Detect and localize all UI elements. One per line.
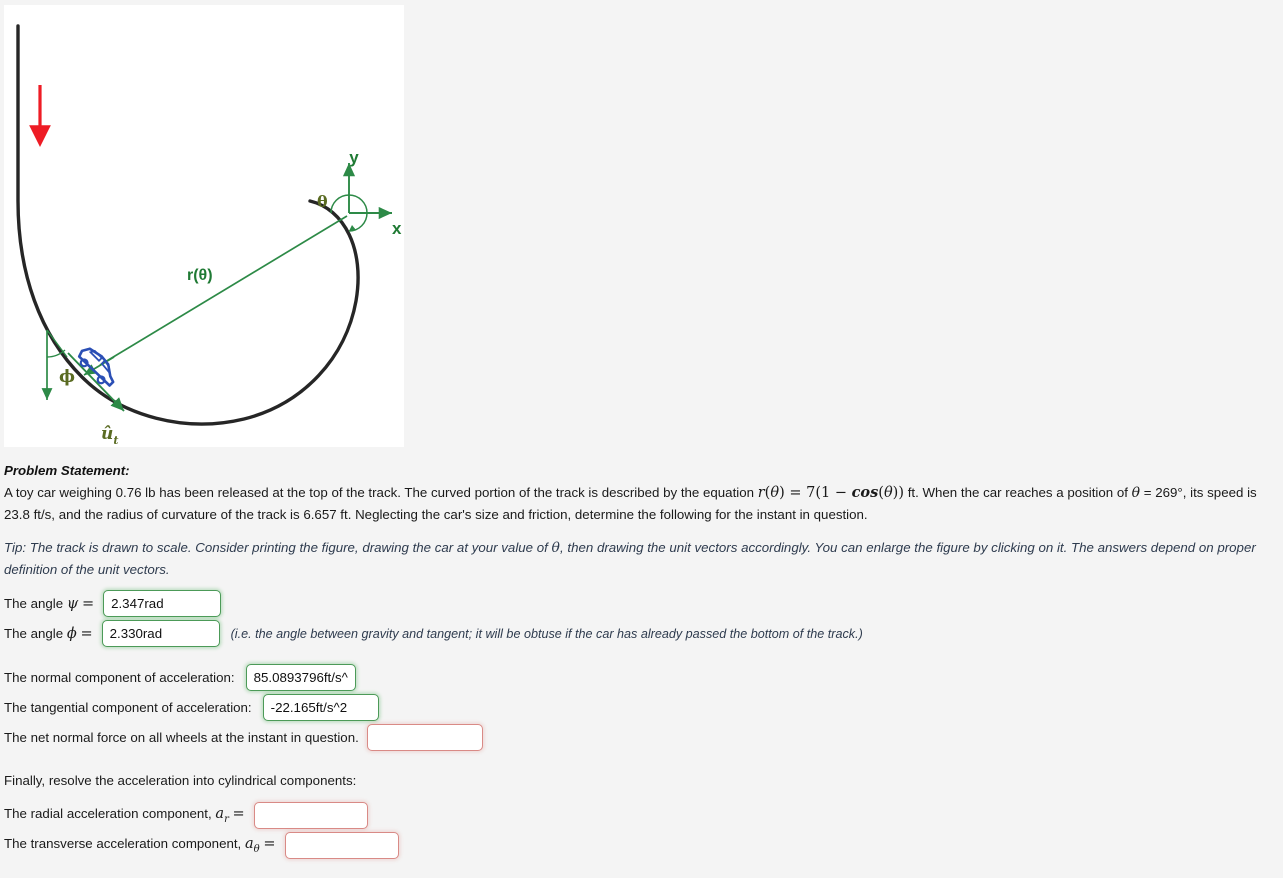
psi-equals: =	[81, 595, 95, 612]
tangential-accel-input[interactable]	[262, 694, 379, 721]
radial-accel-input[interactable]	[253, 802, 368, 829]
problem-theta-value: θ	[1131, 485, 1141, 501]
phi-angle	[41, 329, 68, 400]
phi-hint: (i.e. the angle between gravity and tang…	[230, 626, 863, 641]
psi-input[interactable]	[103, 590, 222, 617]
axis-label-x: x	[392, 219, 402, 238]
problem-text-2: ft. When the car reaches a position of	[904, 485, 1132, 500]
radial-accel-equals: =	[232, 806, 245, 823]
radius-vector	[83, 215, 348, 376]
answer-row-psi: The angle ψ =	[4, 590, 222, 617]
normal-accel-input[interactable]	[245, 664, 356, 691]
psi-symbol: ψ	[66, 595, 79, 612]
answer-row-normal-accel: The normal component of acceleration:	[4, 664, 356, 691]
problem-theta-eq: = 269°	[1140, 485, 1183, 500]
transverse-accel-symbol: aθ	[244, 836, 260, 855]
problem-statement-heading: Problem Statement:	[4, 463, 130, 478]
tip-text-1: Tip: The track is drawn to scale. Consid…	[4, 540, 552, 555]
phi-label: The angle ϕ =	[4, 625, 93, 642]
phi-symbol: ϕ	[66, 625, 77, 642]
normal-force-label: The net normal force on all wheels at th…	[4, 730, 359, 745]
transverse-accel-label: The transverse acceleration component, a…	[4, 836, 276, 855]
answer-row-phi: The angle ϕ = (i.e. the angle between gr…	[4, 620, 863, 647]
normal-accel-label: The normal component of acceleration:	[4, 670, 235, 685]
psi-label: The angle ψ =	[4, 595, 95, 612]
axis-label-y: y	[349, 148, 359, 167]
finally-instruction: Finally, resolve the acceleration into c…	[4, 773, 357, 788]
problem-statement-text: A toy car weighing 0.76 lb has been rele…	[4, 482, 1279, 525]
page-root: y x θ r(θ) ϕ ût Problem Statement: A toy…	[0, 0, 1283, 878]
problem-equation: r(θ) = 7(1 − cos(θ))	[757, 484, 904, 501]
radial-accel-symbol: ar	[215, 806, 229, 825]
answer-row-normal-force: The net normal force on all wheels at th…	[4, 724, 483, 751]
transverse-accel-input[interactable]	[284, 832, 399, 859]
radius-label: r(θ)	[187, 267, 213, 284]
problem-text-1: A toy car weighing 0.76 lb has been rele…	[4, 485, 758, 500]
angle-label-theta: θ	[317, 192, 328, 211]
answer-row-tangential-accel: The tangential component of acceleration…	[4, 694, 379, 721]
radial-accel-label: The radial acceleration component, ar =	[4, 806, 245, 825]
tip-theta-symbol: θ	[551, 540, 560, 556]
unit-vector-label: ût	[101, 424, 118, 447]
phi-equals: =	[80, 625, 93, 642]
track-figure-svg: y x θ r(θ) ϕ ût	[16, 24, 402, 447]
answer-row-transverse-accel: The transverse acceleration component, a…	[4, 832, 399, 859]
track-curve	[16, 24, 360, 426]
tip-text: Tip: The track is drawn to scale. Consid…	[4, 537, 1279, 580]
angle-label-phi: ϕ	[59, 367, 75, 387]
transverse-accel-equals: =	[263, 836, 276, 853]
phi-input[interactable]	[101, 620, 220, 647]
normal-force-input[interactable]	[366, 724, 483, 751]
tangent-unit-vector	[67, 352, 125, 412]
answer-row-radial-accel: The radial acceleration component, ar =	[4, 802, 368, 829]
track-figure[interactable]: y x θ r(θ) ϕ ût	[4, 5, 404, 447]
tangential-accel-label: The tangential component of acceleration…	[4, 700, 252, 715]
